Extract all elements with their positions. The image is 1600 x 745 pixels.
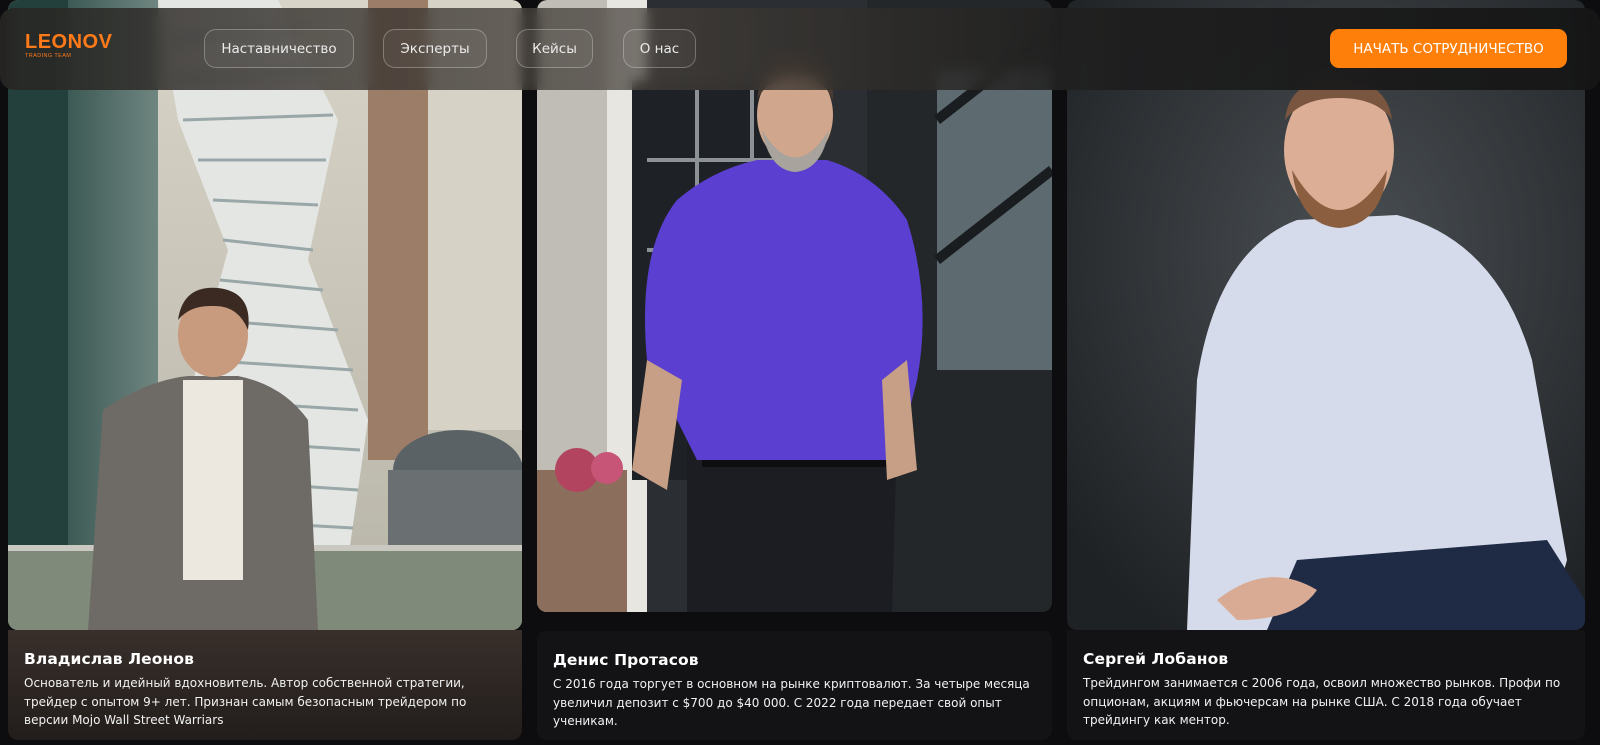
expert-name: Сергей Лобанов bbox=[1083, 650, 1229, 668]
expert-photo-leonov bbox=[8, 0, 522, 630]
expert-caption: Денис Протасов С 2016 года торгует в осн… bbox=[537, 631, 1052, 740]
expert-photo-protasov bbox=[537, 0, 1052, 612]
logo-wordmark: LEONOV bbox=[25, 31, 113, 53]
nav-link-mentorship[interactable]: Наставничество bbox=[204, 29, 354, 68]
expert-bio: Трейдингом занимается с 2006 года, освои… bbox=[1083, 676, 1561, 727]
nav-link-cases[interactable]: Кейсы bbox=[516, 29, 593, 68]
expert-card-leonov: Владислав Леонов Основатель и идейный вд… bbox=[8, 0, 522, 740]
expert-bio: С 2016 года торгует в основном на рынке … bbox=[553, 677, 1030, 728]
top-navbar: LEONOV TRADING TEAM Наставничество Экспе… bbox=[0, 8, 1600, 90]
expert-card-protasov: Денис Протасов С 2016 года торгует в осн… bbox=[537, 0, 1052, 740]
expert-name: Денис Протасов bbox=[553, 651, 699, 669]
expert-card-lobanov: Сергей Лобанов Трейдингом занимается с 2… bbox=[1067, 0, 1585, 740]
expert-photo-lobanov bbox=[1067, 0, 1585, 630]
expert-bio: Основатель и идейный вдохновитель. Автор… bbox=[24, 676, 467, 727]
nav-link-experts[interactable]: Эксперты bbox=[383, 29, 487, 68]
logo[interactable]: LEONOV TRADING TEAM bbox=[25, 32, 112, 59]
nav-link-about[interactable]: О нас bbox=[623, 29, 696, 68]
start-cooperation-button[interactable]: НАЧАТЬ СОТРУДНИЧЕСТВО bbox=[1330, 29, 1567, 68]
expert-name: Владислав Леонов bbox=[24, 650, 195, 668]
logo-tagline: TRADING TEAM bbox=[25, 53, 72, 59]
expert-caption: Владислав Леонов Основатель и идейный вд… bbox=[8, 630, 522, 740]
expert-caption: Сергей Лобанов Трейдингом занимается с 2… bbox=[1067, 630, 1585, 740]
